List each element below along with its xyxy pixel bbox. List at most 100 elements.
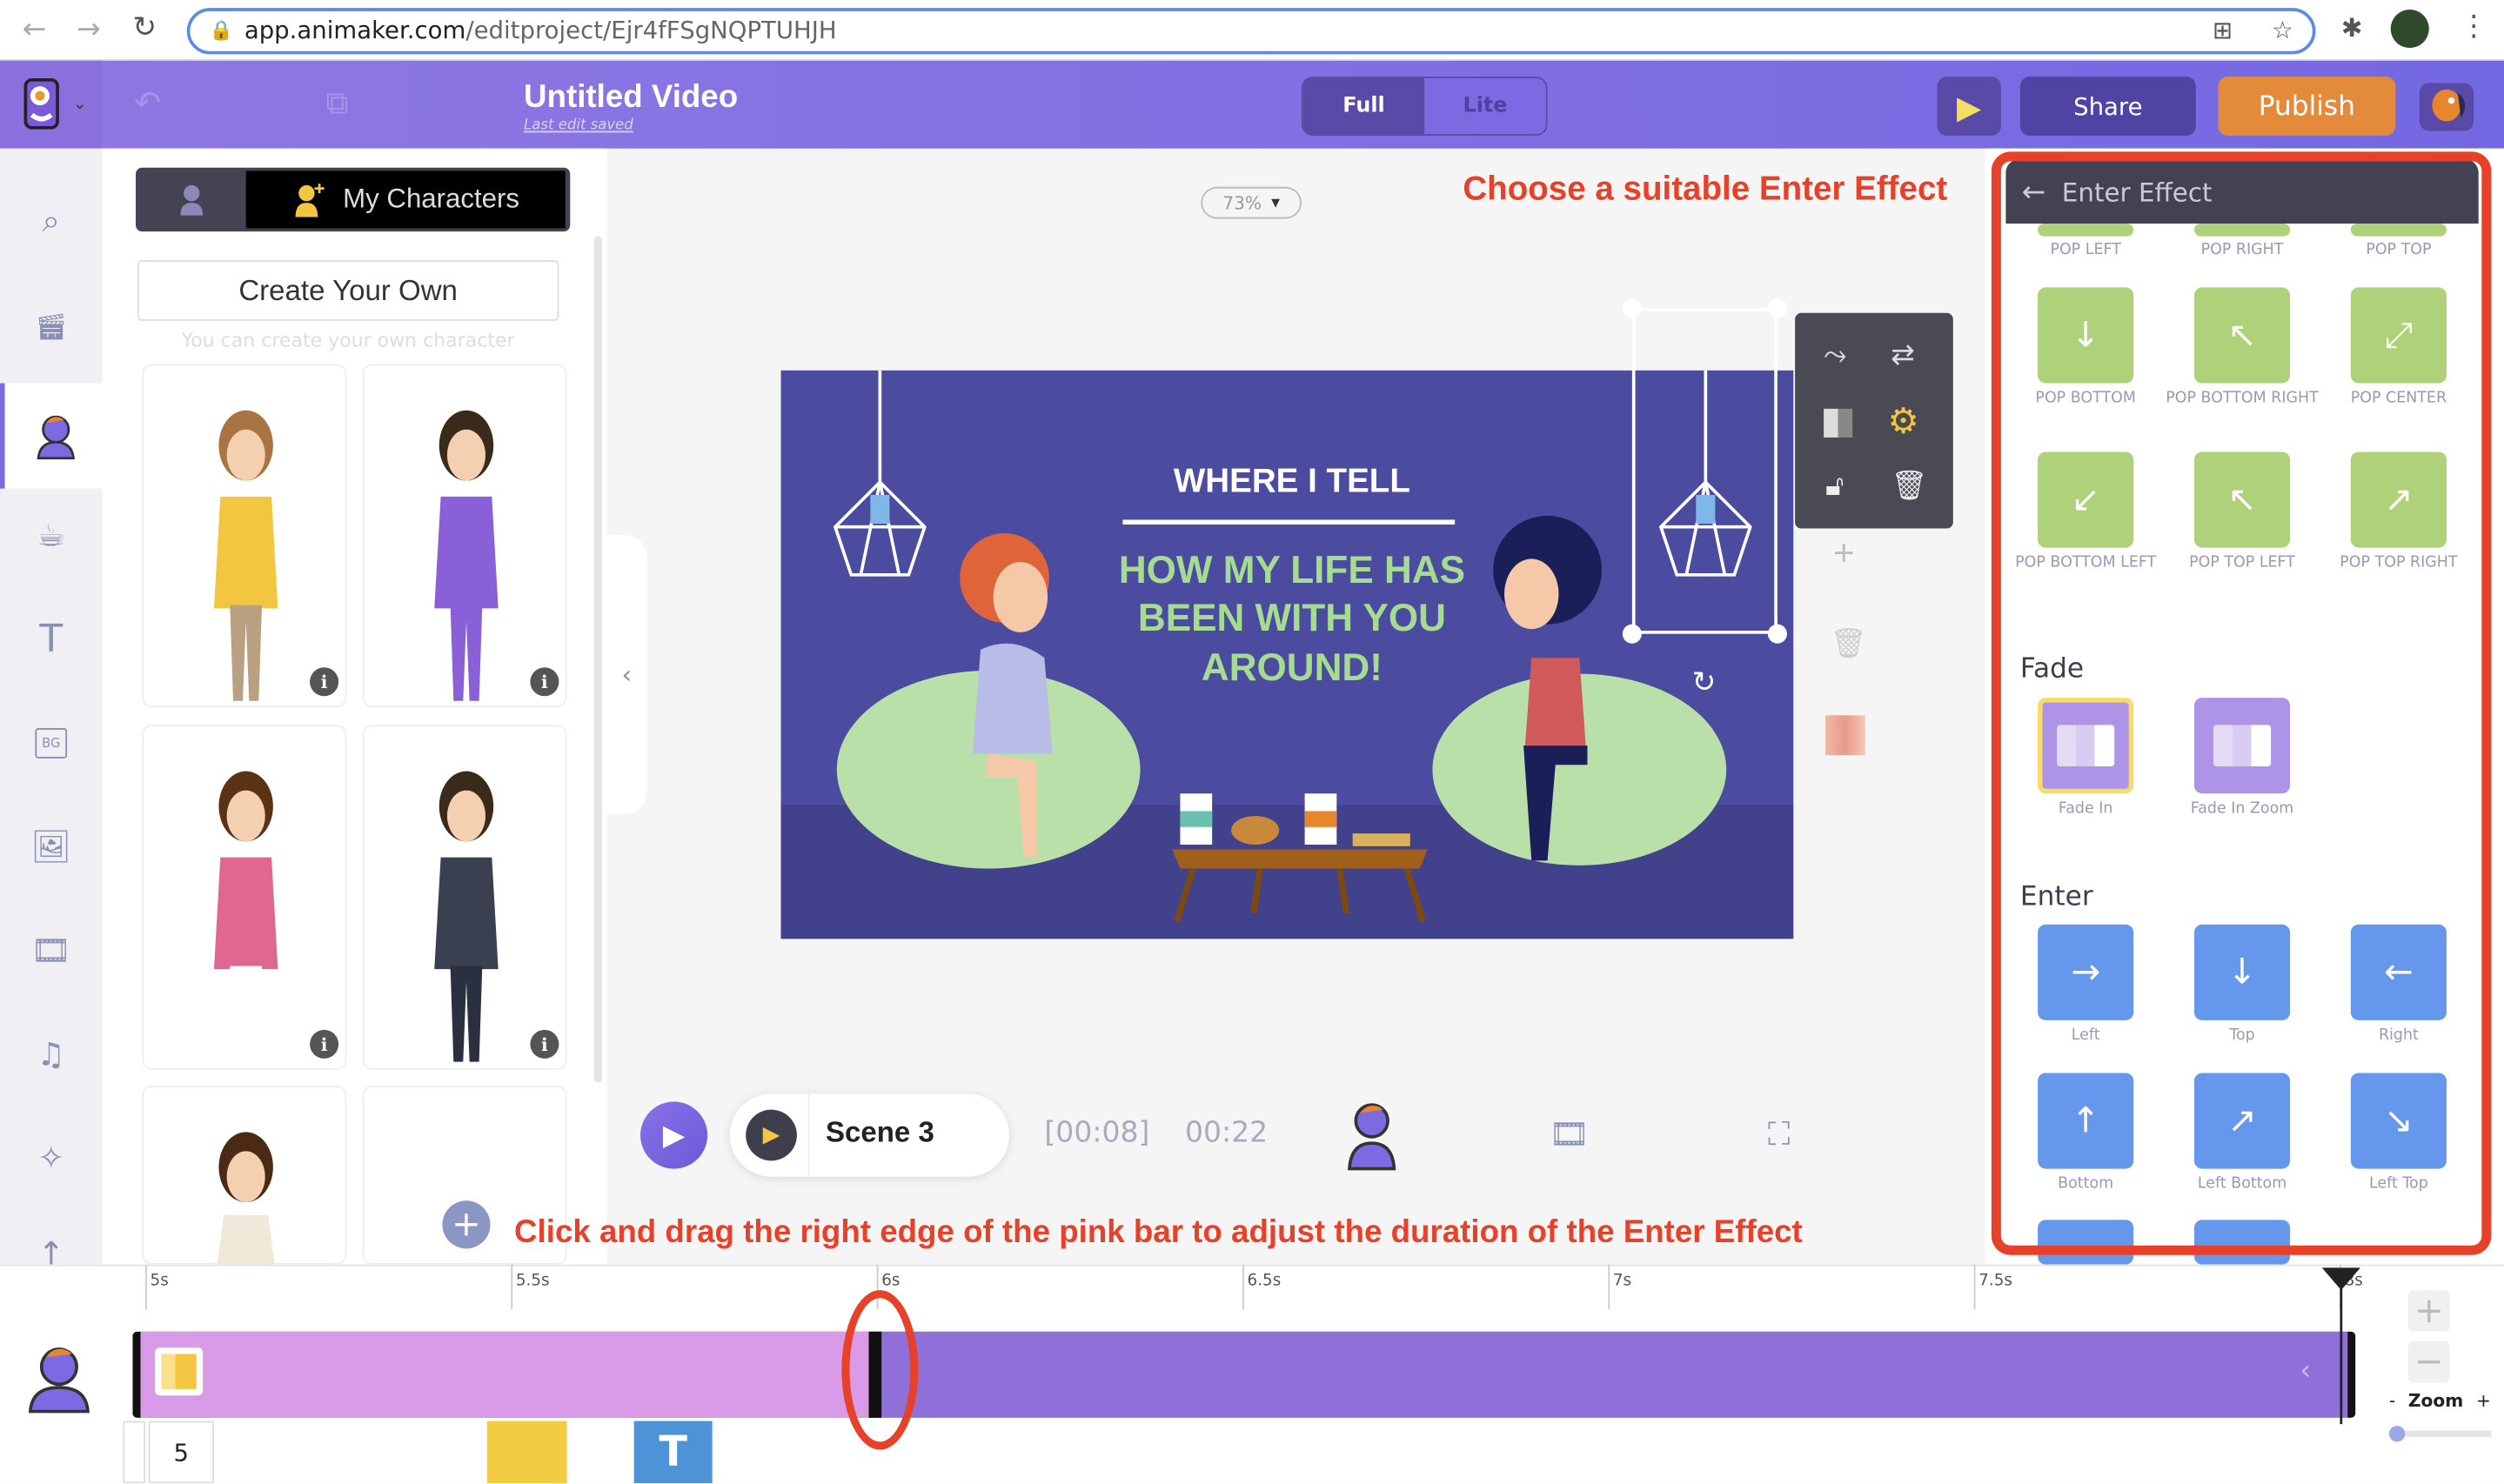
effect-tile[interactable]: ↑ bbox=[2038, 1073, 2134, 1169]
zoom-plus[interactable]: + bbox=[2476, 1391, 2491, 1412]
resize-handle[interactable] bbox=[1767, 298, 1787, 318]
play-all-button[interactable]: ▶ bbox=[640, 1101, 708, 1169]
mode-full-button[interactable]: Full bbox=[1302, 77, 1425, 135]
add-icon[interactable]: + bbox=[1831, 537, 1856, 571]
unlock-icon[interactable]: 🔓︎ bbox=[1825, 470, 1844, 504]
resize-handle[interactable] bbox=[1622, 298, 1642, 318]
zoom-minus[interactable]: - bbox=[2389, 1391, 2395, 1412]
character-card[interactable]: i bbox=[142, 364, 347, 708]
scene-heading[interactable]: WHERE I TELL bbox=[1053, 463, 1532, 501]
preview-button[interactable]: ▶ bbox=[1937, 77, 2001, 137]
effect-tile[interactable]: ← bbox=[2350, 924, 2447, 1020]
last-saved-link[interactable]: Last edit saved bbox=[524, 118, 633, 134]
undo-icon[interactable]: ↶ bbox=[134, 83, 161, 121]
back-icon[interactable]: ← bbox=[23, 13, 47, 47]
sidebar-images[interactable]: 🖼︎ bbox=[23, 818, 80, 875]
forward-icon[interactable]: → bbox=[77, 13, 101, 47]
color-swatch[interactable] bbox=[1824, 715, 1865, 756]
effect-tile[interactable] bbox=[2350, 223, 2447, 237]
effect-tile[interactable] bbox=[2038, 223, 2134, 237]
sidebar-music[interactable]: ♫ bbox=[23, 1025, 80, 1082]
resize-handle[interactable] bbox=[1767, 624, 1787, 644]
extensions-icon[interactable]: ✱ bbox=[2341, 13, 2363, 43]
panel-scrollbar[interactable] bbox=[593, 236, 602, 1083]
opacity-icon[interactable] bbox=[1824, 408, 1853, 438]
play-scene-button[interactable]: ▶ bbox=[746, 1109, 797, 1161]
effect-tile[interactable]: ↖ bbox=[2193, 451, 2291, 548]
profile-avatar[interactable] bbox=[2390, 10, 2429, 49]
collapse-track[interactable] bbox=[123, 1420, 146, 1484]
back-arrow-icon[interactable]: ← bbox=[2022, 175, 2046, 209]
sidebar-characters[interactable] bbox=[0, 383, 103, 489]
info-icon[interactable]: i bbox=[310, 1029, 339, 1059]
info-icon[interactable]: i bbox=[310, 667, 339, 697]
sidebar-props[interactable]: ☕︎ bbox=[23, 506, 80, 564]
user-avatar[interactable] bbox=[2419, 83, 2474, 131]
effect-tile[interactable]: ↙ bbox=[2038, 451, 2134, 548]
effect-tile-fade[interactable] bbox=[2193, 698, 2291, 794]
logo-menu[interactable]: ⌄ bbox=[0, 60, 103, 149]
effect-tile[interactable]: → bbox=[2038, 924, 2134, 1020]
address-bar[interactable]: 🔒 app.animaker.com/editproject/Ejr4fFSgN… bbox=[186, 8, 2316, 55]
effect-tile[interactable]: ↗ bbox=[2193, 1073, 2291, 1169]
create-your-own-button[interactable]: Create Your Own bbox=[137, 260, 559, 321]
trash-icon[interactable]: 🗑︎ bbox=[1891, 470, 1927, 504]
sidebar-search[interactable]: ⌕ bbox=[23, 191, 80, 249]
resize-handle[interactable] bbox=[1622, 624, 1642, 644]
zoom-in-button[interactable]: + bbox=[2407, 1290, 2450, 1332]
gear-icon[interactable]: ⚙ bbox=[1888, 403, 1919, 443]
screenshot-icon[interactable]: ⛶ bbox=[1768, 1114, 1791, 1153]
effect-tile[interactable]: ↗ bbox=[2350, 451, 2447, 548]
film-icon[interactable]: 🎞︎ bbox=[1549, 1114, 1590, 1153]
enter-effect-bar[interactable] bbox=[140, 1331, 877, 1418]
sidebar-text[interactable]: T bbox=[23, 610, 80, 667]
sidebar-scenes[interactable]: 🎬︎ bbox=[23, 297, 80, 354]
sidebar-effects[interactable]: ✧ bbox=[23, 1129, 80, 1187]
publish-button[interactable]: Publish bbox=[2218, 77, 2396, 137]
info-icon[interactable]: i bbox=[530, 667, 559, 697]
delete-icon[interactable]: 🗑︎ bbox=[1830, 627, 1866, 661]
share-button[interactable]: Share bbox=[2019, 77, 2196, 137]
selection-box[interactable] bbox=[1631, 308, 1778, 634]
star-icon[interactable]: ☆ bbox=[2272, 11, 2293, 51]
duplicate-icon[interactable]: ⧉ bbox=[325, 83, 348, 121]
image-item[interactable] bbox=[486, 1420, 567, 1484]
mode-lite-button[interactable]: Lite bbox=[1424, 77, 1546, 135]
effect-tile[interactable]: ↘ bbox=[2350, 1073, 2447, 1169]
info-icon[interactable]: i bbox=[530, 1029, 559, 1059]
effect-tile[interactable]: ⤢ bbox=[2350, 287, 2447, 384]
zoom-dropdown[interactable]: 73% ▼ bbox=[1201, 186, 1302, 219]
effect-tile[interactable] bbox=[2193, 223, 2291, 237]
character-card[interactable]: i bbox=[142, 725, 347, 1070]
collapse-panel-handle[interactable]: ‹ bbox=[606, 534, 647, 815]
scene-line-3[interactable]: AROUND! bbox=[1053, 646, 1532, 691]
scene-line-1[interactable]: HOW MY LIFE HAS bbox=[1053, 549, 1532, 593]
add-character-button[interactable]: + bbox=[442, 1200, 491, 1249]
reload-icon[interactable]: ↻ bbox=[132, 11, 157, 45]
text-item[interactable]: T bbox=[633, 1420, 713, 1484]
animate-path-icon[interactable]: ⤳ bbox=[1824, 338, 1846, 372]
qr-icon[interactable]: ⊞ bbox=[2213, 11, 2233, 51]
project-title[interactable]: Untitled Video bbox=[524, 80, 738, 117]
character-icon[interactable] bbox=[1344, 1101, 1398, 1172]
menu-icon[interactable]: ⋮ bbox=[2460, 10, 2488, 43]
playhead[interactable] bbox=[2315, 1265, 2367, 1425]
effect-tile[interactable] bbox=[2193, 1220, 2291, 1265]
zoom-slider-thumb[interactable] bbox=[2388, 1426, 2406, 1442]
tab-my-characters[interactable]: My Characters bbox=[245, 170, 566, 229]
sidebar-background[interactable]: BG bbox=[23, 713, 80, 771]
chevron-left-icon[interactable]: ‹ bbox=[2300, 1354, 2311, 1388]
scene-line-2[interactable]: BEEN WITH YOU bbox=[1053, 597, 1532, 641]
character-card[interactable]: i bbox=[362, 725, 567, 1070]
effect-tile[interactable]: ↓ bbox=[2193, 924, 2291, 1020]
effect-tile[interactable] bbox=[2038, 1220, 2134, 1265]
zoom-out-button[interactable]: − bbox=[2407, 1340, 2450, 1383]
effect-tile[interactable]: ↓ bbox=[2038, 287, 2134, 384]
swap-icon[interactable]: ⇄ bbox=[1891, 338, 1915, 372]
character-card[interactable]: i bbox=[362, 364, 567, 708]
effect-tile-selected[interactable] bbox=[2038, 698, 2134, 794]
sidebar-video[interactable]: 🎞︎ bbox=[23, 921, 80, 979]
tab-stock-characters[interactable] bbox=[136, 168, 246, 231]
scene-number[interactable]: 5 bbox=[148, 1420, 214, 1484]
rotate-handle-icon[interactable]: ↻ bbox=[1688, 665, 1720, 699]
